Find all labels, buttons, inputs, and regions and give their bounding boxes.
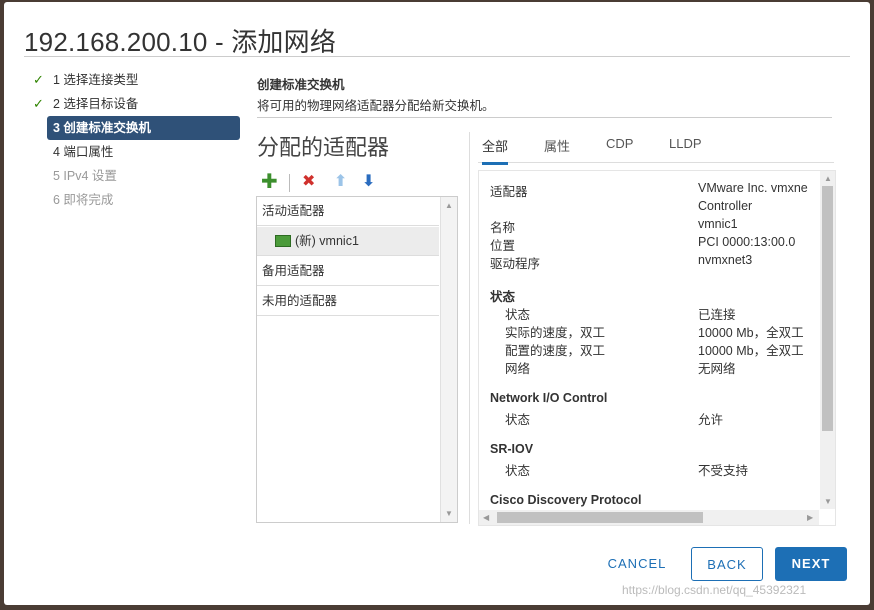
group-label: 备用适配器 [262,264,325,278]
toolbar-separator [289,174,290,192]
nioc-heading: Network I/O Control [490,391,608,405]
status-heading: 状态 [490,290,516,304]
detail-tabs: 全部 属性 CDP LLDP [478,132,834,165]
network-label: 网络 [505,362,531,376]
details-content: 适配器 VMware Inc. vmxne Controller 名称 vmni… [479,171,819,509]
panel-divider [469,132,470,524]
name-value: vmnic1 [698,217,738,231]
cancel-button[interactable]: CANCEL [602,547,672,581]
tab-properties[interactable]: 属性 [544,136,570,162]
next-button[interactable]: NEXT [775,547,847,581]
location-label: 位置 [490,239,516,253]
group-active-adapters: 活动适配器 [257,197,439,226]
list-scrollbar[interactable]: ▲ ▼ [440,197,457,522]
scroll-right-icon[interactable]: ▶ [807,513,813,522]
config-speed-label: 配置的速度，双工 [505,344,606,358]
title-divider [24,56,850,57]
tab-lldp[interactable]: LLDP [669,136,702,162]
assigned-adapters-title: 分配的适配器 [257,135,390,160]
step-1[interactable]: ✓ 1 选择连接类型 [28,68,240,92]
wizard-steps: ✓ 1 选择连接类型 ✓ 2 选择目标设备 3 创建标准交换机 4 端口属性 5 I… [28,68,240,212]
section-divider [257,117,832,118]
step-label: 5 IPv4 设置 [53,169,117,183]
vertical-scroll-thumb[interactable] [822,186,833,431]
back-button[interactable]: BACK [691,547,763,581]
step-2[interactable]: ✓ 2 选择目标设备 [28,92,240,116]
group-label: 活动适配器 [262,204,325,218]
scroll-up-icon[interactable]: ▲ [824,174,832,183]
driver-value: nvmxnet3 [698,253,753,267]
add-network-dialog: 192.168.200.10 - 添加网络 ✓ 1 选择连接类型 ✓ 2 选择目标设… [4,2,870,605]
status-value: 已连接 [698,308,736,322]
step-label: 6 即将完成 [53,193,114,207]
scroll-left-icon[interactable]: ◀ [483,513,489,522]
group-unused-adapters: 未用的适配器 [257,287,439,316]
step-4[interactable]: 4 端口属性 [28,140,240,164]
sriov-status-value: 不受支持 [698,464,749,478]
scroll-up-icon[interactable]: ▲ [445,201,453,210]
adapter-value-line2: Controller [698,199,753,213]
tab-cdp[interactable]: CDP [606,136,633,162]
details-horizontal-scrollbar[interactable]: ◀ ▶ [479,510,819,525]
dialog-title: 192.168.200.10 - 添加网络 [24,27,337,57]
driver-label: 驱动程序 [490,257,541,271]
section-title: 创建标准交换机 [257,78,345,92]
network-adapter-icon [275,234,291,247]
arrow-down-icon[interactable]: ⬇ [362,172,375,192]
horizontal-scroll-thumb[interactable] [497,512,703,523]
nioc-status-value: 允许 [698,413,724,427]
step-label: 4 端口属性 [53,145,114,159]
step-label: 1 选择连接类型 [53,73,139,87]
step-6: 6 即将完成 [28,188,240,212]
step-5: 5 IPv4 设置 [28,164,240,188]
adapter-label: 适配器 [490,185,528,199]
list-item-vmnic1[interactable]: (新) vmnic1 [257,227,439,256]
group-label: 未用的适配器 [262,294,338,308]
location-value: PCI 0000:13:00.0 [698,235,796,249]
group-standby-adapters: 备用适配器 [257,257,439,286]
section-description: 将可用的物理网络适配器分配给新交换机。 [257,99,495,113]
cdp-heading: Cisco Discovery Protocol [490,493,642,507]
actual-speed-label: 实际的速度，双工 [505,326,606,340]
details-vertical-scrollbar[interactable]: ▲ ▼ [820,171,835,509]
name-label: 名称 [490,221,516,235]
remove-icon[interactable]: ✖ [302,172,315,192]
tab-all[interactable]: 全部 [482,136,509,165]
step-label: 3 创建标准交换机 [53,121,151,135]
checkmark-icon: ✓ [33,96,44,111]
adapter-value: VMware Inc. vmxne [698,181,808,195]
step-3-active[interactable]: 3 创建标准交换机 [47,116,240,140]
adapter-toolbar: ✚ ✖ ⬆ ⬇ [257,172,457,194]
arrow-up-icon[interactable]: ⬆ [334,172,347,192]
scroll-down-icon[interactable]: ▼ [445,509,453,518]
adapter-list: 活动适配器 (新) vmnic1 备用适配器 未用的适配器 ▲ ▼ [256,196,458,523]
add-icon[interactable]: ✚ [261,172,278,192]
adapter-label: (新) vmnic1 [295,234,359,248]
step-label: 2 选择目标设备 [53,97,139,111]
sriov-heading: SR-IOV [490,442,534,456]
adapter-details: 适配器 VMware Inc. vmxne Controller 名称 vmni… [478,170,836,526]
sriov-status-label: 状态 [505,464,531,478]
nioc-status-label: 状态 [505,413,531,427]
status-label: 状态 [505,308,531,322]
network-value: 无网络 [698,362,736,376]
scroll-down-icon[interactable]: ▼ [824,497,832,506]
checkmark-icon: ✓ [33,72,44,87]
watermark: https://blog.csdn.net/qq_45392321 [622,583,807,597]
actual-speed-value: 10000 Mb，全双工 [698,326,804,340]
config-speed-value: 10000 Mb，全双工 [698,344,804,358]
